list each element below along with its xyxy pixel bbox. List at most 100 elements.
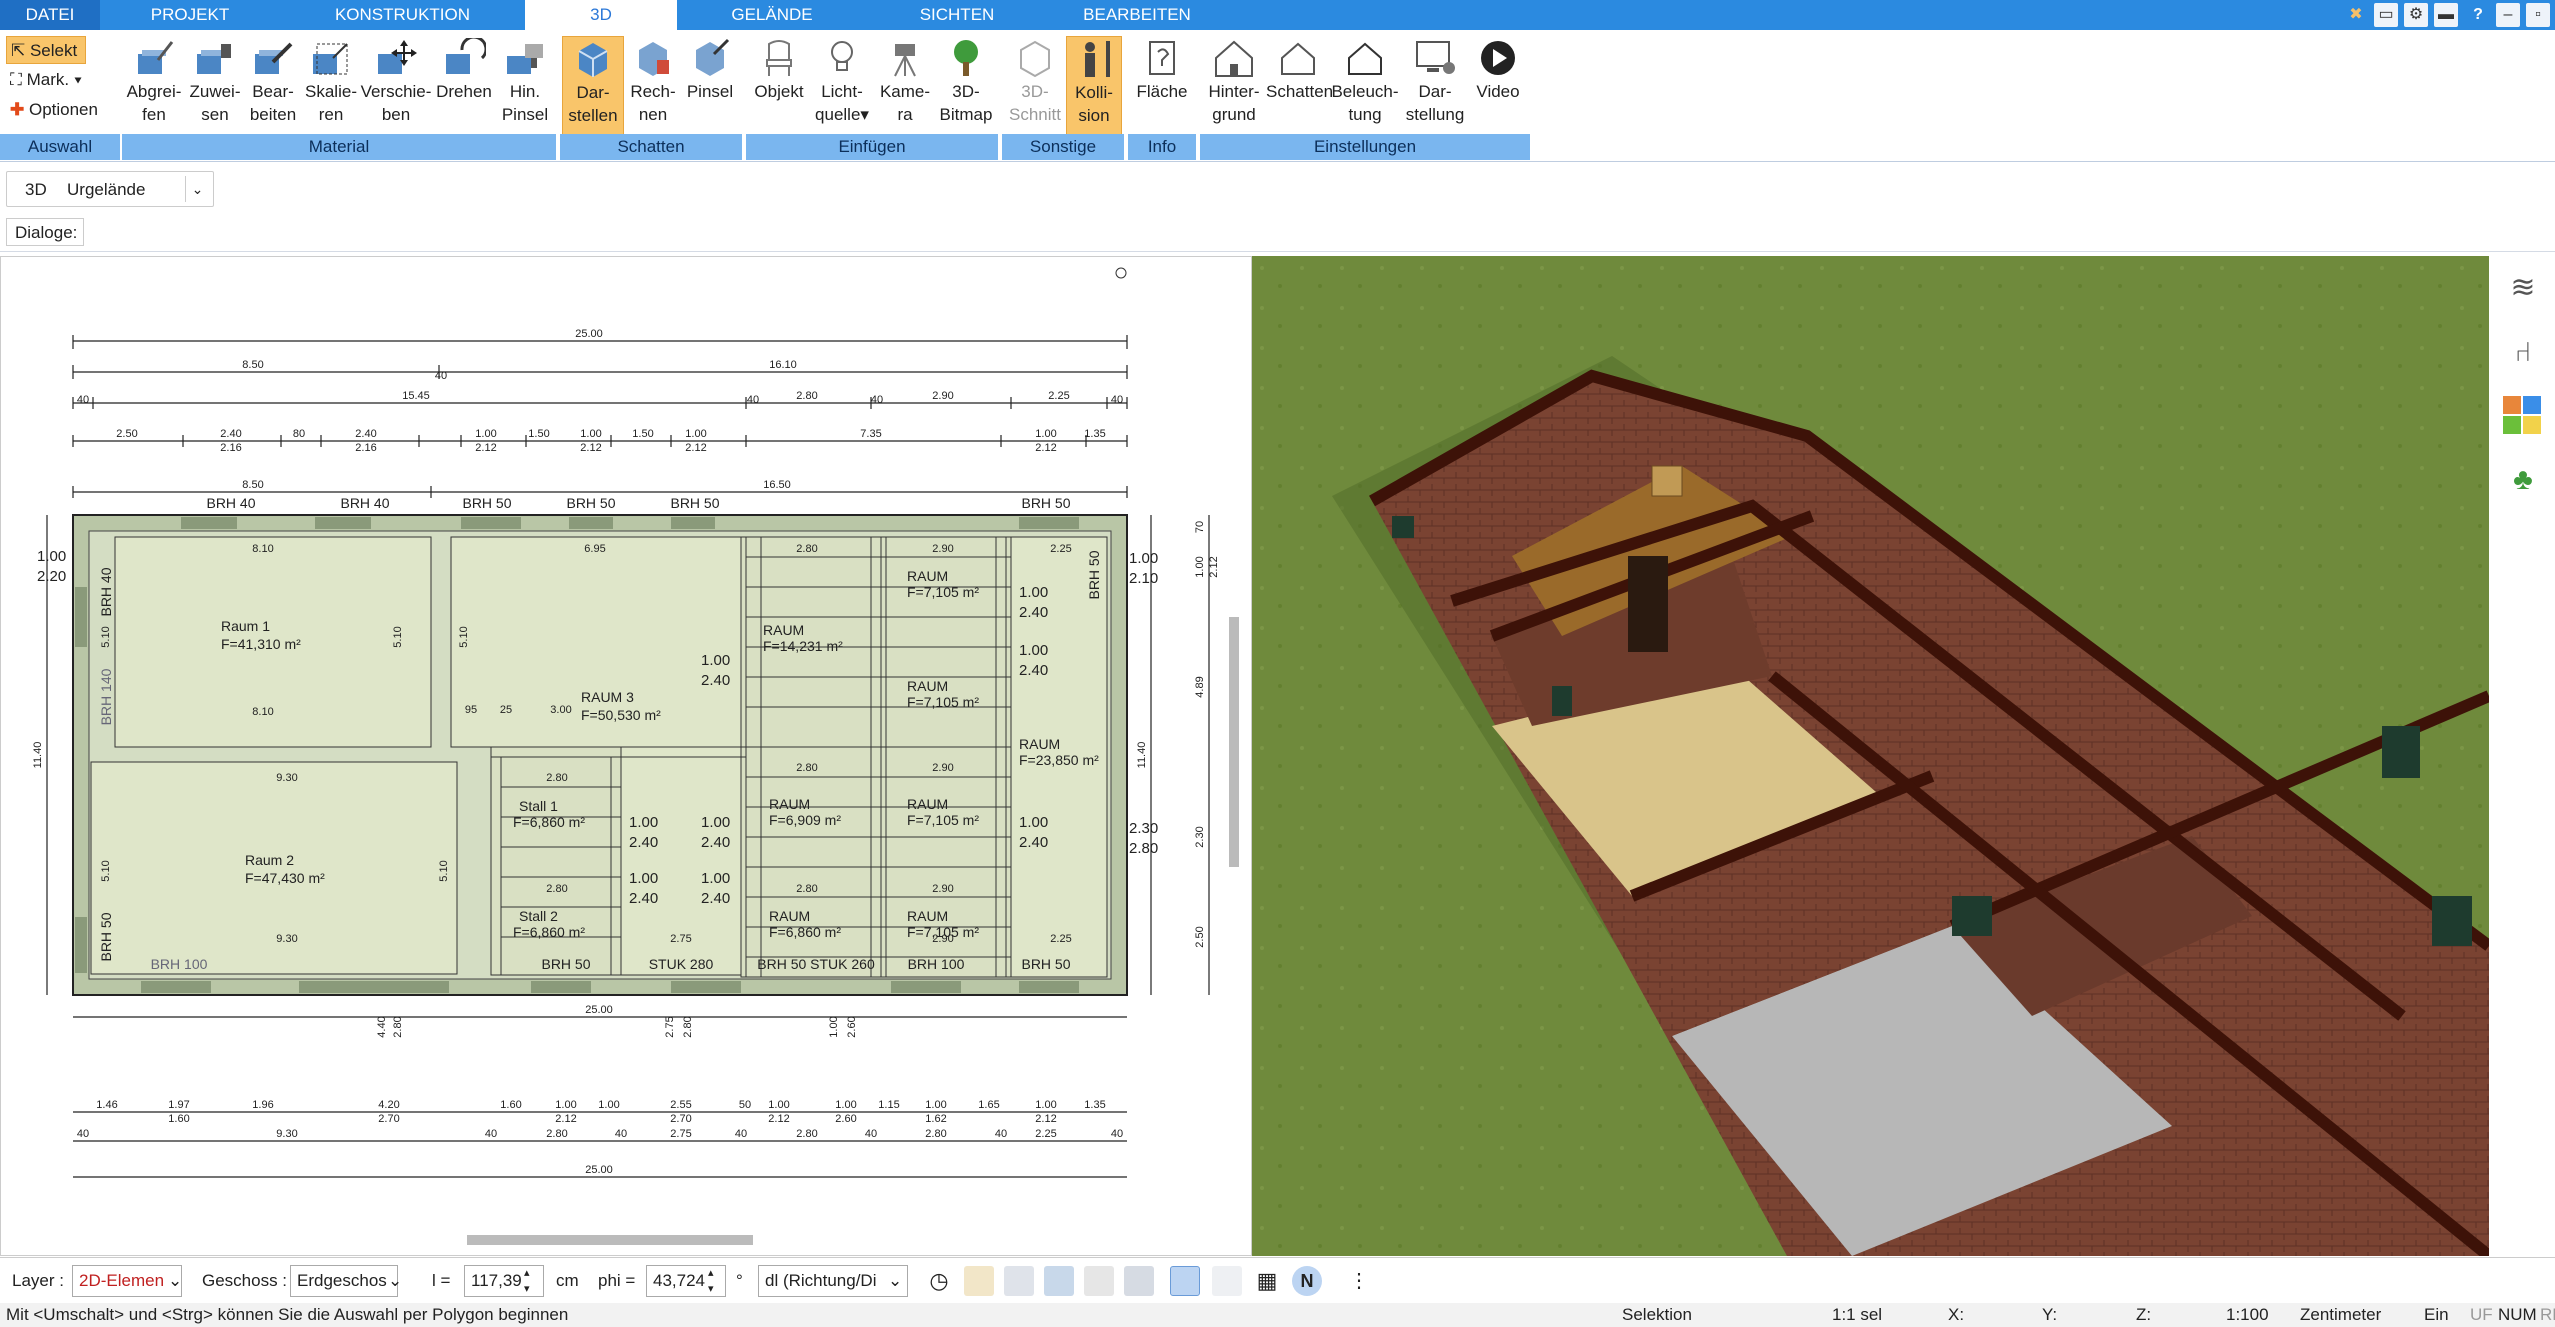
length-input[interactable]: 117,39 bbox=[464, 1265, 544, 1297]
tools-icon[interactable]: ✖ bbox=[2344, 3, 2368, 27]
floor-plan-drawing[interactable]: 25.00 8.50 16.10 15.45 2.80 2.90 2.25 2.… bbox=[1, 257, 1251, 1255]
dim-text: 11.40 bbox=[1136, 742, 1148, 769]
dim-text: 25.00 bbox=[575, 328, 603, 340]
chevron-down-icon[interactable]: ⌄ bbox=[168, 1265, 182, 1297]
tab-3d[interactable]: 3D bbox=[525, 0, 677, 30]
3d-section-button[interactable]: 3D- Schnitt bbox=[1004, 36, 1066, 136]
help-icon[interactable]: ? bbox=[2466, 3, 2490, 27]
layers-icon[interactable]: ≋ bbox=[2503, 268, 2543, 308]
rotate-material-button[interactable]: Drehen bbox=[432, 36, 496, 136]
light-source-button[interactable]: Licht-quelle▾ bbox=[810, 36, 874, 136]
3d-bitmap-button[interactable]: 3D- Bitmap bbox=[936, 36, 996, 136]
status-scale: 1:100 bbox=[2226, 1305, 2269, 1324]
direction-select[interactable]: dl (Richtung/Di bbox=[758, 1265, 908, 1297]
dim-text: 1.35 bbox=[1084, 1099, 1105, 1111]
palette-icon[interactable] bbox=[2503, 396, 2543, 436]
select-button[interactable]: ⇱ Selekt bbox=[6, 36, 86, 64]
tab-datei[interactable]: DATEI bbox=[0, 0, 100, 30]
restore-icon[interactable]: ▭ bbox=[2374, 3, 2398, 27]
maximize-icon[interactable]: ▫ bbox=[2526, 3, 2550, 27]
tab-gelaende[interactable]: GELÄNDE bbox=[677, 0, 867, 30]
tab-konstruktion[interactable]: KONSTRUKTION bbox=[280, 0, 525, 30]
chevron-down-icon[interactable]: ⌄ bbox=[185, 176, 209, 202]
house-light-icon bbox=[1348, 42, 1382, 75]
dim-text: 2.80 bbox=[796, 1128, 817, 1140]
plus-icon: ✚ bbox=[10, 100, 29, 119]
screen-icon[interactable] bbox=[964, 1266, 994, 1296]
chair-icon[interactable]: ⑁ bbox=[2503, 332, 2543, 372]
minimize-icon[interactable]: – bbox=[2496, 3, 2520, 27]
mark-button[interactable]: ⛶ Mark. ▾ bbox=[6, 66, 82, 94]
tab-projekt[interactable]: PROJEKT bbox=[100, 0, 280, 30]
link-icon[interactable]: ▬ bbox=[2434, 3, 2458, 27]
area-button[interactable]: Fläche bbox=[1130, 36, 1194, 136]
floor-plan-view[interactable]: 25.00 8.50 16.10 15.45 2.80 2.90 2.25 2.… bbox=[0, 256, 1252, 1256]
compute-shadow-button[interactable]: Rech-nen bbox=[624, 36, 682, 136]
assign-material-button[interactable]: Zuwei-sen bbox=[186, 36, 244, 136]
people-icon[interactable] bbox=[1004, 1266, 1034, 1296]
options-button[interactable]: ✚ Optionen bbox=[6, 96, 98, 124]
dim-text: 1.00 bbox=[768, 1099, 789, 1111]
dialogs-label[interactable]: Dialoge: bbox=[6, 218, 84, 246]
display-button[interactable]: Dar-stellung bbox=[1400, 36, 1470, 136]
floor-select[interactable]: Erdgeschos bbox=[290, 1265, 398, 1297]
tree-icon[interactable]: ♣ bbox=[2503, 460, 2543, 500]
corner-handle-icon[interactable] bbox=[1115, 267, 1127, 279]
stack-icon[interactable] bbox=[1212, 1266, 1242, 1296]
room-name: Raum 2 bbox=[245, 852, 294, 868]
chair-icon bbox=[766, 40, 792, 76]
length-stepper[interactable]: ▴ ▾ bbox=[524, 1265, 530, 1297]
shadow-settings-button[interactable]: Schatten bbox=[1266, 36, 1333, 136]
clock-icon[interactable]: ◷ bbox=[924, 1266, 954, 1296]
horizontal-scrollbar[interactable] bbox=[467, 1235, 753, 1245]
tab-bearbeiten[interactable]: BEARBEITEN bbox=[1047, 0, 1227, 30]
object-button[interactable]: Objekt bbox=[748, 36, 810, 136]
hint-brush-button[interactable]: Hin. Pinsel bbox=[496, 36, 554, 136]
collision-button[interactable]: Kolli-sion bbox=[1066, 36, 1122, 136]
mark-icon: ⛶ bbox=[10, 70, 27, 89]
angle-icon[interactable] bbox=[1084, 1266, 1114, 1296]
pick-material-button[interactable]: Abgrei-fen bbox=[122, 36, 186, 136]
group-label-sonstige: Sonstige bbox=[1002, 134, 1124, 160]
status-y: Y: bbox=[2042, 1305, 2058, 1324]
grid-icon[interactable]: ▦ bbox=[1252, 1266, 1282, 1296]
layer-select[interactable]: 2D-Elemen bbox=[72, 1265, 182, 1297]
monitor-icon bbox=[1416, 41, 1455, 74]
shadow-brush-button[interactable]: Pinsel bbox=[682, 36, 738, 136]
room-area: F=50,530 m² bbox=[581, 707, 661, 723]
phi-input[interactable]: 43,724 bbox=[646, 1265, 726, 1297]
view-selector[interactable]: 3D Urgelände ⌄ bbox=[6, 171, 214, 207]
layer-toggle-icon[interactable] bbox=[1170, 1266, 1200, 1296]
settings-icon[interactable]: ⚙ bbox=[2404, 3, 2428, 27]
dim-text: 2.55 bbox=[670, 1099, 691, 1111]
scale-material-button[interactable]: Skalie-ren bbox=[302, 36, 360, 136]
phi-stepper[interactable]: ▴ ▾ bbox=[708, 1265, 714, 1297]
edit-material-button[interactable]: Bear-beiten bbox=[244, 36, 302, 136]
box-icon[interactable] bbox=[1044, 1266, 1074, 1296]
lighting-button[interactable]: Beleuch-tung bbox=[1330, 36, 1400, 136]
camera-button[interactable]: Kame-ra bbox=[874, 36, 936, 136]
move-material-button[interactable]: Verschie-ben bbox=[360, 36, 432, 136]
chevron-down-icon[interactable]: ⌄ bbox=[388, 1265, 402, 1297]
show-shadow-button[interactable]: Dar-stellen bbox=[562, 36, 624, 136]
more-options-icon[interactable]: ⋮ bbox=[1344, 1266, 1374, 1296]
3d-scene[interactable] bbox=[1252, 256, 2489, 1256]
chevron-down-icon[interactable]: ⌄ bbox=[888, 1265, 902, 1297]
north-icon[interactable]: N bbox=[1292, 1266, 1322, 1296]
brh-label: BRH 50 bbox=[1021, 956, 1070, 972]
terrain-select[interactable]: Urgelände bbox=[67, 180, 145, 200]
dim-text: 1.00 bbox=[1035, 428, 1056, 440]
room-name: RAUM 3 bbox=[581, 689, 634, 705]
3d-view[interactable] bbox=[1252, 256, 2489, 1256]
room-area: F=7,105 m² bbox=[907, 584, 979, 600]
background-button[interactable]: Hinter-grund bbox=[1202, 36, 1266, 136]
dim-text: 1.00 bbox=[1019, 584, 1048, 601]
tab-sichten[interactable]: SICHTEN bbox=[867, 0, 1047, 30]
video-button[interactable]: Video bbox=[1470, 36, 1526, 136]
brh-label: BRH 50 bbox=[566, 495, 615, 511]
dim-text: 70 bbox=[1194, 521, 1206, 533]
room-name: Stall 1 bbox=[519, 798, 558, 814]
vertical-scrollbar[interactable] bbox=[1229, 617, 1239, 867]
hatch-icon[interactable] bbox=[1124, 1266, 1154, 1296]
dim-text: 2.40 bbox=[629, 890, 658, 907]
